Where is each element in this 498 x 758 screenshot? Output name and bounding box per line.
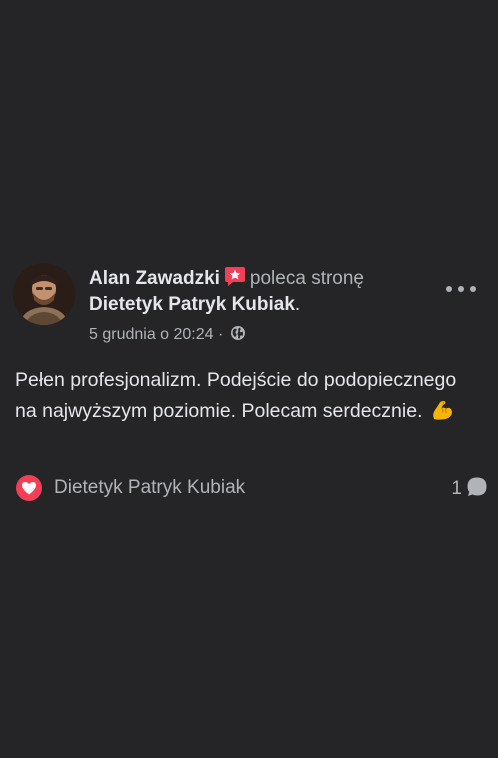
comment-bubble-icon <box>467 477 487 496</box>
author-name[interactable]: Alan Zawadzki <box>89 268 220 289</box>
recommended-page-link[interactable]: Dietetyk Patryk Kubiak <box>89 294 295 315</box>
recommend-verb: poleca stronę <box>249 268 364 289</box>
avatar[interactable] <box>13 263 75 325</box>
separator-dot: · <box>218 326 224 343</box>
post-title-line: Alan Zawadzki poleca stronę <box>89 266 449 291</box>
post-subtitle: 5 grudnia o 20:24 · <box>89 325 449 345</box>
recommendation-post: Alan Zawadzki poleca stronę Dietetyk Pat… <box>0 258 498 501</box>
comment-count-button[interactable]: 1 <box>451 476 488 500</box>
heart-glyph <box>22 482 36 495</box>
more-options-button[interactable] <box>446 284 476 294</box>
page: Alan Zawadzki poleca stronę Dietetyk Pat… <box>0 0 498 758</box>
more-dot <box>470 286 476 292</box>
post-message-text: Pełen profesjonalizm. Podejście do podop… <box>15 369 457 422</box>
comment-count: 1 <box>451 478 462 499</box>
timestamp-link[interactable]: 5 grudnia o 20:24 <box>89 326 214 343</box>
post-footer: Dietetyk Patryk Kubiak 1 <box>15 473 488 503</box>
avatar-image <box>13 263 75 325</box>
globe-icon[interactable] <box>230 325 246 341</box>
love-heart-icon[interactable] <box>16 475 42 501</box>
flexed-biceps-icon <box>433 400 452 420</box>
recommend-badge-icon <box>224 267 245 286</box>
more-horizontal-icon <box>446 286 452 292</box>
more-dot <box>458 286 464 292</box>
reactor-name-link[interactable]: Dietetyk Patryk Kubiak <box>54 476 245 500</box>
page-name-suffix: . <box>294 294 301 315</box>
post-header: Alan Zawadzki poleca stronę Dietetyk Pat… <box>0 258 498 354</box>
page-name-line: Dietetyk Patryk Kubiak. <box>89 291 449 318</box>
post-meta: Alan Zawadzki poleca stronę Dietetyk Pat… <box>89 266 449 345</box>
post-message: Pełen profesjonalizm. Podejście do podop… <box>15 365 475 427</box>
